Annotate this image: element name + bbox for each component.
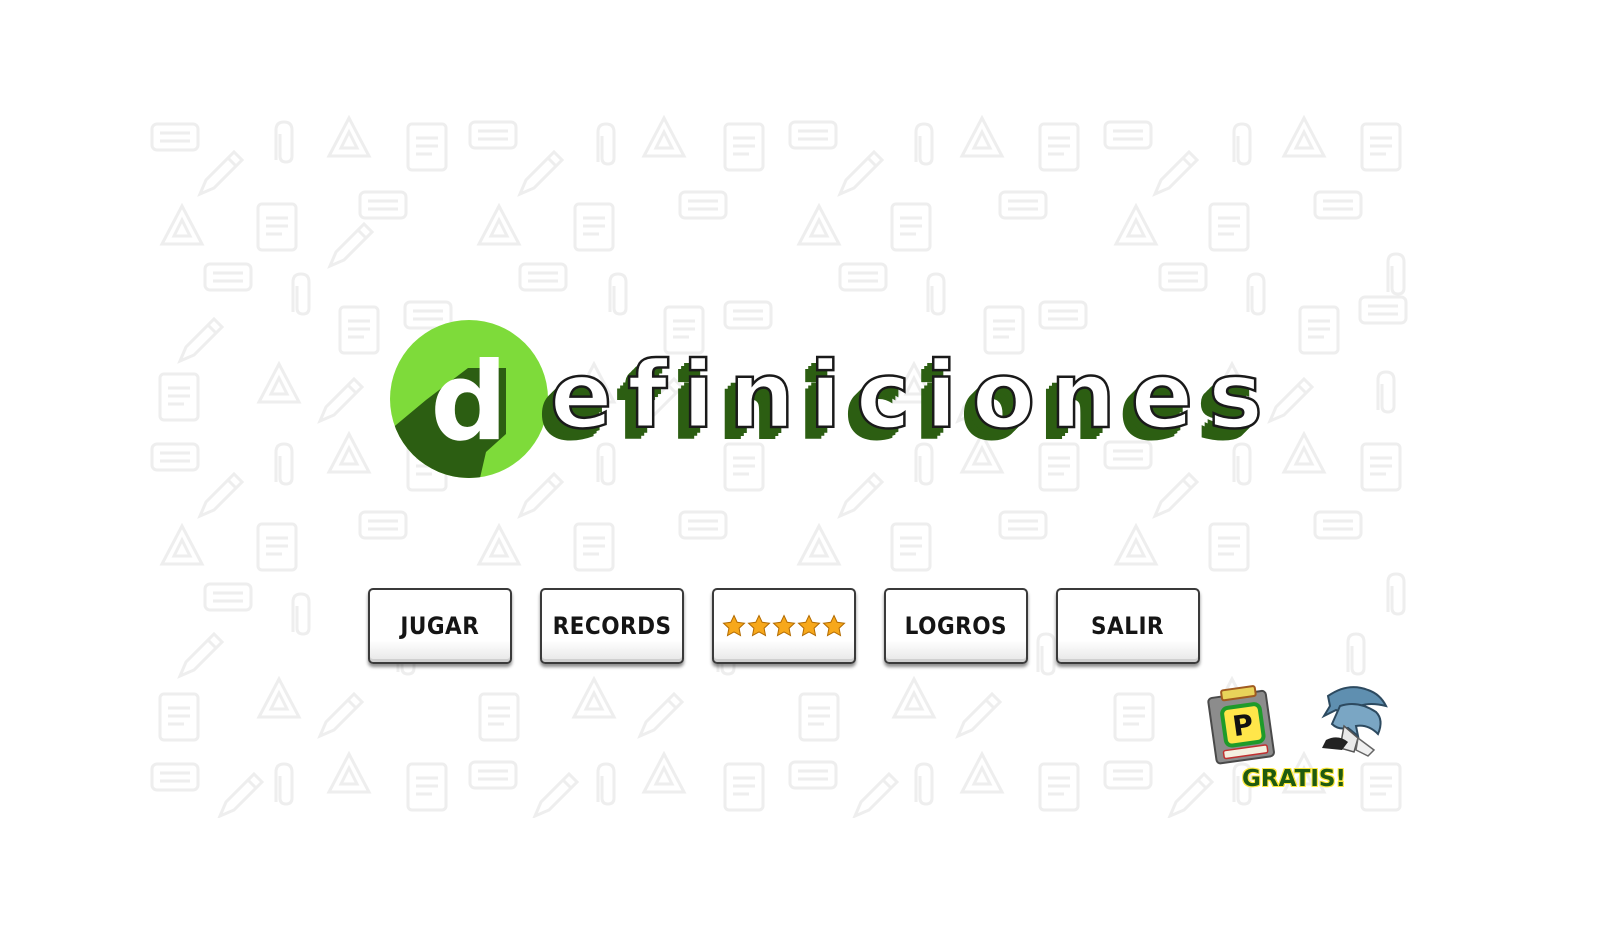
main-menu: JUGAR RECORDS LOGROS SALIR xyxy=(368,588,1200,666)
promo-apps: P GRATIS! xyxy=(1198,676,1398,801)
records-button[interactable]: RECORDS xyxy=(540,588,684,664)
exit-button[interactable]: SALIR xyxy=(1056,588,1200,664)
promo-free-label[interactable]: GRATIS! xyxy=(1238,766,1350,792)
achievements-button[interactable]: LOGROS xyxy=(884,588,1028,664)
star-icon xyxy=(772,614,796,637)
star-icon xyxy=(722,614,746,637)
exit-label: SALIR xyxy=(1091,612,1165,640)
promo-word-game-icon[interactable]: P xyxy=(1206,684,1278,768)
rating-stars xyxy=(722,614,846,638)
rate-button[interactable] xyxy=(712,588,856,664)
star-icon xyxy=(747,614,771,637)
promo-shark-game-icon[interactable] xyxy=(1318,676,1390,758)
records-label: RECORDS xyxy=(552,612,672,640)
achievements-label: LOGROS xyxy=(904,612,1008,640)
play-button[interactable]: JUGAR xyxy=(368,588,512,664)
logo-wordmark: efiniciones xyxy=(549,341,1278,451)
star-icon xyxy=(797,614,821,637)
game-logo: d efiniciones xyxy=(390,320,1264,480)
logo-letter-d: d xyxy=(430,339,508,465)
play-label: JUGAR xyxy=(400,612,480,640)
star-icon xyxy=(822,614,846,637)
logo-circle: d xyxy=(390,320,548,478)
